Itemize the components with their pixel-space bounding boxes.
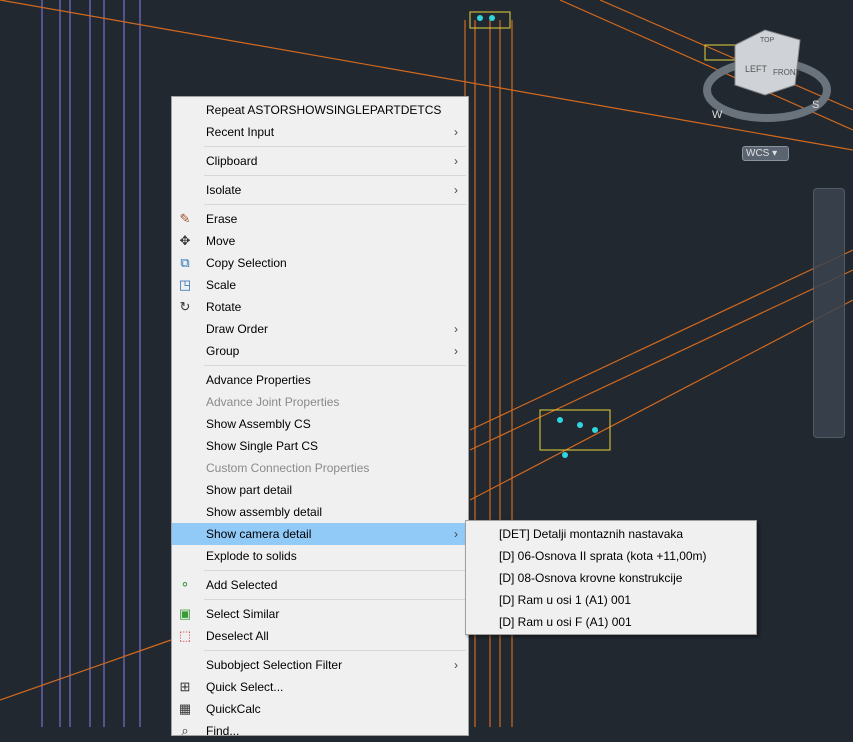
chevron-right-icon: › [454,183,458,197]
menu-item-label: QuickCalc [206,702,261,716]
menu-item-label: Group [206,344,240,358]
camera-detail-item[interactable]: [D] Ram u osi 1 (A1) 001 [466,589,756,611]
menu-item-label: Find... [206,724,240,738]
menu-separator [204,175,466,176]
connection-bolts [469,11,736,451]
menu-item-explode-to-solids[interactable]: Explode to solids [172,545,468,567]
menu-item-quickcalc[interactable]: ▦ QuickCalc [172,698,468,720]
select-similar-icon: ▣ [178,606,192,621]
menu-item-select-similar[interactable]: ▣ Select Similar [172,603,468,625]
menu-item-erase[interactable]: ✎ Erase [172,208,468,230]
menu-item-advance-joint-properties: Advance Joint Properties [172,391,468,413]
menu-item-rotate[interactable]: ↻ Rotate [172,296,468,318]
menu-item-label: Show part detail [206,483,293,497]
chevron-right-icon: › [454,154,458,168]
menu-item-show-camera-detail[interactable]: Show camera detail › [172,523,468,545]
context-menu: Repeat ASTORSHOWSINGLEPARTDETCS Recent In… [171,96,469,738]
menu-item-label: Add Selected [206,578,278,592]
chevron-right-icon: › [454,125,458,139]
menu-separator [204,599,466,600]
menu-item-move[interactable]: ✥ Move [172,230,468,252]
camera-detail-item[interactable]: [D] Ram u osi F (A1) 001 [466,611,756,633]
menu-item-label: Rotate [206,300,242,314]
viewcube-front: FRONT [773,68,801,77]
menu-item-custom-connection-properties: Custom Connection Properties [172,457,468,479]
menu-separator [204,365,466,366]
deselect-all-icon: ⬚ [178,628,192,643]
menu-item-label: Custom Connection Properties [206,461,370,475]
wcs-label: WCS [746,148,770,159]
menu-item-label: Select Similar [206,607,280,621]
menu-item-label: Scale [206,278,237,292]
chevron-right-icon: › [454,344,458,358]
viewcube-top: TOP [760,37,775,44]
camera-detail-item[interactable]: [D] 06-Osnova II sprata (kota +11,00m) [466,545,756,567]
menu-item-label: Repeat ASTORSHOWSINGLEPARTDETCS [206,103,442,117]
chevron-right-icon: › [454,658,458,672]
menu-separator [204,650,466,651]
camera-detail-item[interactable]: [D] 08-Osnova krovne konstrukcije [466,567,756,589]
menu-item-label: Draw Order [206,322,269,336]
calculator-icon: ▦ [178,701,192,716]
eraser-icon: ✎ [179,211,191,226]
menu-item-label: Advance Joint Properties [206,395,340,409]
compass-w: W [712,109,723,121]
menu-separator [204,204,466,205]
rotate-icon: ↻ [179,299,191,314]
navigation-bar[interactable] [813,188,845,438]
menu-separator [204,570,466,571]
wcs-dropdown[interactable]: WCS ▾ [742,146,789,161]
quick-select-icon: ⊞ [179,679,191,694]
chevron-right-icon: › [454,322,458,336]
menu-item-label: Recent Input [206,125,275,139]
copy-icon: ⧉ [180,255,190,270]
add-selected-icon: ⚬ [179,577,191,592]
compass-s: S [812,99,819,111]
menu-item-subobject-selection-filter[interactable]: Subobject Selection Filter › [172,654,468,676]
menu-item-label: Deselect All [206,629,269,643]
viewcube-left: LEFT [745,64,768,74]
scale-icon: ◳ [178,277,192,292]
chevron-right-icon: › [454,527,458,541]
menu-item-label: Subobject Selection Filter [206,658,343,672]
menu-item-advance-properties[interactable]: Advance Properties [172,369,468,391]
menu-item-label: Move [206,234,236,248]
menu-item-show-single-part-cs[interactable]: Show Single Part CS [172,435,468,457]
viewcube[interactable]: LEFT FRONT TOP W S [703,29,831,122]
bolt-heads [477,15,598,458]
menu-item-label: Show Single Part CS [206,439,319,453]
menu-item-label: Explode to solids [206,549,297,563]
menu-item-show-assembly-detail[interactable]: Show assembly detail [172,501,468,523]
menu-item-recent-input[interactable]: Recent Input › [172,121,468,143]
menu-item-isolate[interactable]: Isolate › [172,179,468,201]
menu-item-label: Erase [206,212,238,226]
menu-item-group[interactable]: Group › [172,340,468,362]
menu-item-label: Advance Properties [206,373,311,387]
menu-item-scale[interactable]: ◳ Scale [172,274,468,296]
menu-item-label: Quick Select... [206,680,284,694]
camera-detail-item[interactable]: [DET] Detalji montaznih nastavaka [466,523,756,545]
menu-item-deselect-all[interactable]: ⬚ Deselect All [172,625,468,647]
menu-item-label: Isolate [206,183,242,197]
menu-item-label: Clipboard [206,154,258,168]
menu-item-repeat-astorshowsinglepartdetcs[interactable]: Repeat ASTORSHOWSINGLEPARTDETCS [172,99,468,121]
menu-item-add-selected[interactable]: ⚬ Add Selected [172,574,468,596]
menu-item-copy-selection[interactable]: ⧉ Copy Selection [172,252,468,274]
menu-item-label: Show assembly detail [206,505,323,519]
find-icon: ⌕ [181,723,189,738]
menu-item-clipboard[interactable]: Clipboard › [172,150,468,172]
move-icon: ✥ [179,233,191,248]
menu-item-show-assembly-cs[interactable]: Show Assembly CS [172,413,468,435]
purple-columns [41,0,141,727]
menu-item-label: Show camera detail [206,527,312,541]
camera-detail-submenu: [DET] Detalji montaznih nastavaka [D] 06-… [465,520,757,635]
menu-item-label: Show Assembly CS [206,417,311,431]
menu-item-find[interactable]: ⌕ Find... [172,720,468,742]
menu-separator [204,146,466,147]
menu-item-draw-order[interactable]: Draw Order › [172,318,468,340]
menu-item-label: Copy Selection [206,256,287,270]
menu-item-quick-select[interactable]: ⊞ Quick Select... [172,676,468,698]
menu-item-show-part-detail[interactable]: Show part detail [172,479,468,501]
